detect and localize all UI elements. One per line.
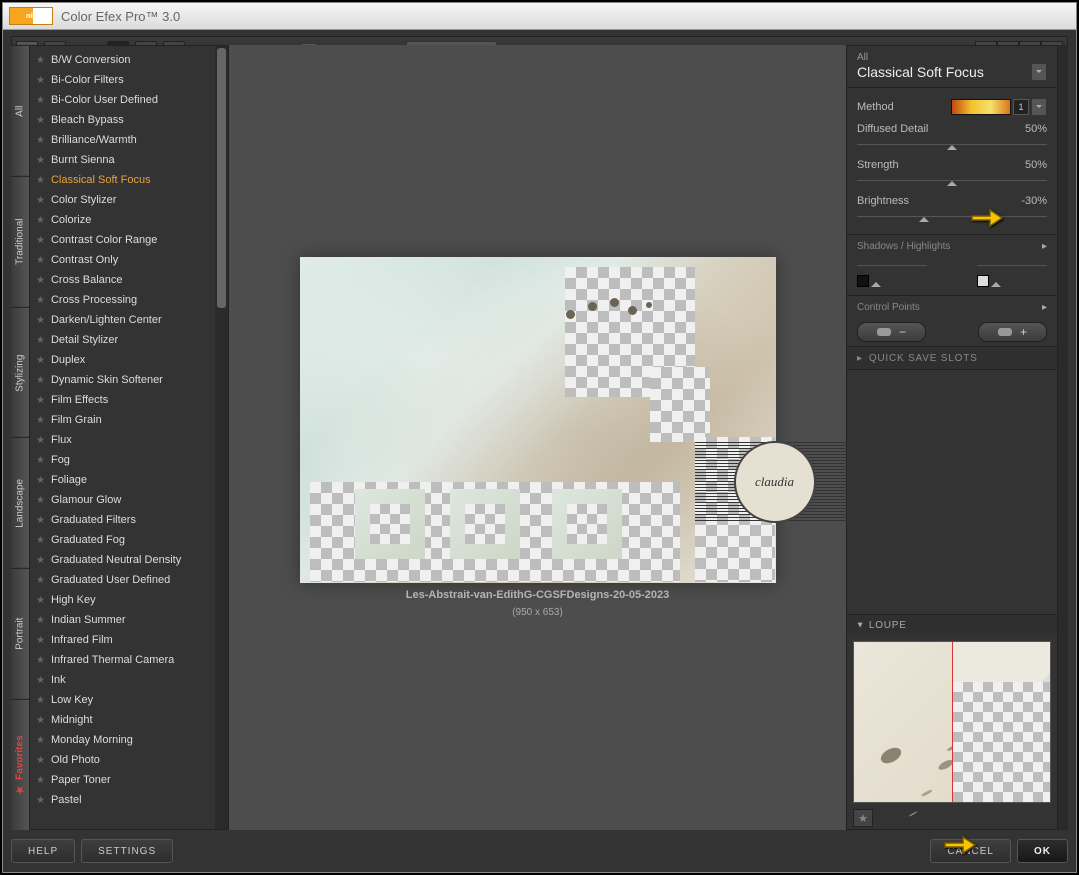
filter-item[interactable]: ★Burnt Sienna [30, 150, 215, 170]
filter-item[interactable]: ★Paper Toner [30, 770, 215, 790]
filter-item[interactable]: ★Indian Summer [30, 610, 215, 630]
slider-value: -30% [1021, 195, 1047, 207]
filter-item[interactable]: ★Midnight [30, 710, 215, 730]
watermark: claudia [695, 442, 855, 522]
filter-item[interactable]: ★Infrared Thermal Camera [30, 650, 215, 670]
quick-save-header[interactable]: ▸QUICK SAVE SLOTS [847, 346, 1057, 370]
filter-item[interactable]: ★Darken/Lighten Center [30, 310, 215, 330]
filter-item[interactable]: ★Graduated Neutral Density [30, 550, 215, 570]
category-tab-all[interactable]: All [11, 45, 29, 176]
slider-value: 50% [1025, 159, 1047, 171]
filter-item[interactable]: ★Ink [30, 670, 215, 690]
filter-item[interactable]: ★Detail Stylizer [30, 330, 215, 350]
filter-item[interactable]: ★Dynamic Skin Softener [30, 370, 215, 390]
filter-item[interactable]: ★Bleach Bypass [30, 110, 215, 130]
filter-item[interactable]: ★High Key [30, 590, 215, 610]
loupe-favorite-button[interactable]: ★ [853, 809, 873, 827]
footer: HELP SETTINGS CANCEL OK [11, 836, 1068, 866]
filter-item[interactable]: ★B/W Conversion [30, 50, 215, 70]
category-tabs: AllTraditionalStylizingLandscapePortrait… [11, 45, 29, 830]
preview-area: claudia Les-Abstrait-van-EdithG-CGSFDesi… [229, 45, 846, 830]
filter-item[interactable]: ★Old Photo [30, 750, 215, 770]
loupe-view[interactable] [853, 641, 1051, 803]
loupe-header[interactable]: ▸LOUPE [847, 614, 1057, 635]
panel-group-label: All [857, 52, 1047, 63]
filter-item[interactable]: ★Bi-Color Filters [30, 70, 215, 90]
cancel-button[interactable]: CANCEL [930, 839, 1011, 863]
shadows-highlights-header[interactable]: Shadows / Highlights▸ [847, 234, 1057, 257]
filter-item[interactable]: ★Graduated Fog [30, 530, 215, 550]
filter-item[interactable]: ★Infrared Film [30, 630, 215, 650]
control-point-remove-button[interactable]: − [857, 322, 926, 342]
category-tab-stylizing[interactable]: Stylizing [11, 307, 29, 438]
filter-item[interactable]: ★Graduated User Defined [30, 570, 215, 590]
filter-item[interactable]: ★Film Grain [30, 410, 215, 430]
control-points-header[interactable]: Control Points▸ [847, 295, 1057, 318]
category-tab-traditional[interactable]: Traditional [11, 176, 29, 307]
settings-button[interactable]: SETTINGS [81, 839, 173, 863]
filter-item[interactable]: ★Monday Morning [30, 730, 215, 750]
slider-label: Brightness [857, 195, 909, 207]
filter-item[interactable]: ★Contrast Color Range [30, 230, 215, 250]
method-dropdown[interactable] [1031, 98, 1047, 116]
filter-item[interactable]: ★Low Key [30, 690, 215, 710]
slider-track[interactable] [857, 212, 1047, 222]
filter-item[interactable]: ★Glamour Glow [30, 490, 215, 510]
panel-scrollbar[interactable] [1058, 45, 1068, 830]
method-swatch[interactable] [951, 99, 1011, 115]
control-point-add-button[interactable]: + [978, 322, 1047, 342]
filter-item[interactable]: ★Foliage [30, 470, 215, 490]
filter-item[interactable]: ★Flux [30, 430, 215, 450]
filter-item[interactable]: ★Film Effects [30, 390, 215, 410]
app-logo: nik [9, 7, 53, 25]
filter-item[interactable]: ★Bi-Color User Defined [30, 90, 215, 110]
panel-title-dropdown[interactable] [1031, 63, 1047, 81]
slider-track[interactable] [857, 140, 1047, 150]
slider-value: 50% [1025, 123, 1047, 135]
filter-item[interactable]: ★Classical Soft Focus [30, 170, 215, 190]
app-title: Color Efex Pro™ 3.0 [61, 9, 180, 24]
category-tab-portrait[interactable]: Portrait [11, 568, 29, 699]
filter-item[interactable]: ★Cross Processing [30, 290, 215, 310]
filter-item[interactable]: ★Brilliance/Warmth [30, 130, 215, 150]
method-value: 1 [1013, 99, 1029, 115]
panel-title: Classical Soft Focus [857, 64, 984, 80]
preview-image[interactable]: claudia [300, 257, 776, 583]
slider-label: Strength [857, 159, 899, 171]
filter-item[interactable]: ★Colorize [30, 210, 215, 230]
settings-panel: All Classical Soft Focus Method 1 Diffus… [846, 45, 1058, 830]
slider-label: Diffused Detail [857, 123, 928, 135]
filter-item[interactable]: ★Graduated Filters [30, 510, 215, 530]
filter-item[interactable]: ★Fog [30, 450, 215, 470]
category-tab-landscape[interactable]: Landscape [11, 437, 29, 568]
filter-item[interactable]: ★Cross Balance [30, 270, 215, 290]
highlight-swatch[interactable] [977, 275, 989, 287]
filter-scrollbar[interactable] [215, 46, 228, 829]
method-label: Method [857, 101, 894, 113]
category-tab-favorites[interactable]: ★Favorites [11, 699, 29, 830]
preview-filename: Les-Abstrait-van-EdithG-CGSFDesigns-20-0… [406, 589, 669, 601]
ok-button[interactable]: OK [1017, 839, 1068, 863]
slider-track[interactable] [857, 176, 1047, 186]
shadow-swatch[interactable] [857, 275, 869, 287]
filter-item[interactable]: ★Color Stylizer [30, 190, 215, 210]
filter-panel: ★B/W Conversion★Bi-Color Filters★Bi-Colo… [29, 45, 229, 830]
filter-item[interactable]: ★Pastel [30, 790, 215, 810]
help-button[interactable]: HELP [11, 839, 75, 863]
titlebar: nik Color Efex Pro™ 3.0 [3, 3, 1076, 30]
preview-dimensions: (950 x 653) [512, 607, 563, 618]
filter-item[interactable]: ★Contrast Only [30, 250, 215, 270]
filter-item[interactable]: ★Duplex [30, 350, 215, 370]
